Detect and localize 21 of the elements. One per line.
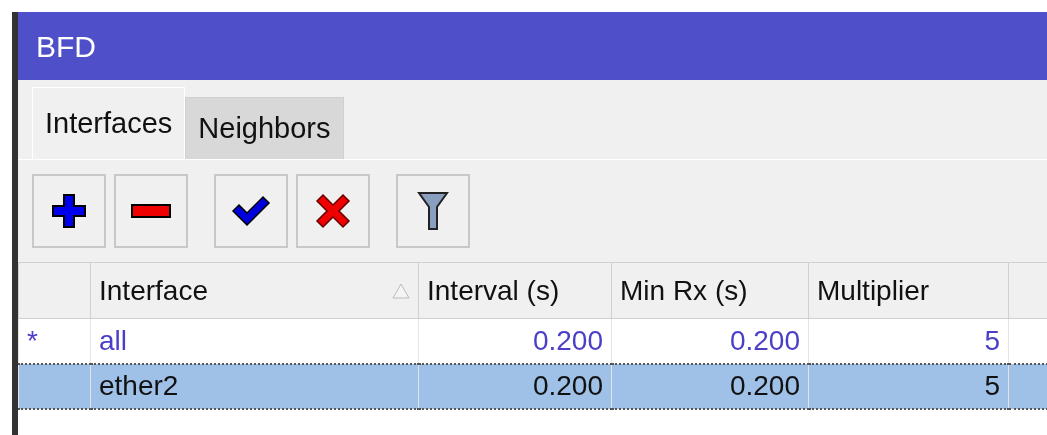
table-cell: 0.200 bbox=[418, 363, 612, 409]
add-button[interactable] bbox=[32, 174, 106, 248]
checkmark-icon bbox=[231, 195, 271, 227]
disable-button[interactable] bbox=[296, 174, 370, 248]
table-cell: 5 bbox=[808, 363, 1009, 409]
filter-icon bbox=[417, 191, 449, 231]
window-title: BFD bbox=[18, 12, 1047, 80]
column-header[interactable]: Interval (s) bbox=[418, 262, 612, 319]
sort-icon bbox=[392, 282, 410, 299]
column-header[interactable]: Min Rx (s) bbox=[611, 262, 809, 319]
tab[interactable]: Neighbors bbox=[185, 97, 344, 159]
table-cell: 0.200 bbox=[611, 363, 809, 409]
minus-icon bbox=[131, 204, 171, 218]
column-header[interactable]: Multiplier bbox=[808, 262, 1009, 319]
enable-button[interactable] bbox=[214, 174, 288, 248]
filter-button[interactable] bbox=[396, 174, 470, 248]
remove-button[interactable] bbox=[114, 174, 188, 248]
table-cell: ether2 bbox=[90, 363, 419, 409]
plus-icon bbox=[51, 193, 87, 229]
tab[interactable]: Interfaces bbox=[32, 87, 186, 159]
cross-icon bbox=[315, 193, 351, 229]
